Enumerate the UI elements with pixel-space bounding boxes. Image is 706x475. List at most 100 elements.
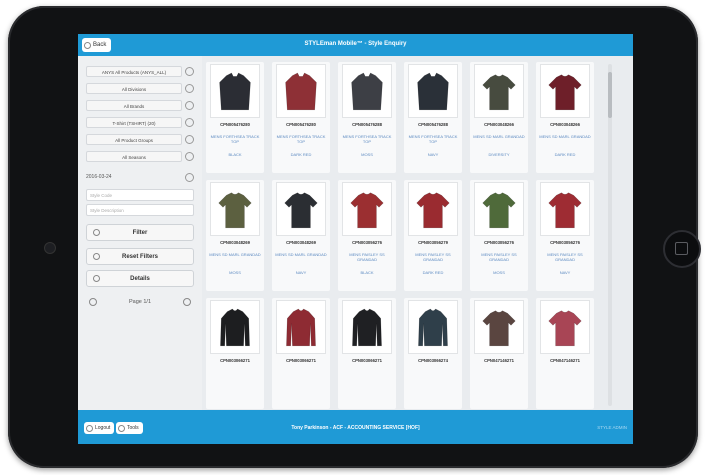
product-color: DARK RED bbox=[554, 152, 576, 157]
division-select[interactable]: All Divisions bbox=[86, 83, 194, 94]
details-icon bbox=[93, 275, 100, 282]
product-card[interactable]: CPN005476288 MENS FORTHSEA TRACK TOP NAVY bbox=[404, 62, 462, 173]
product-group-select[interactable]: All Product Groups bbox=[86, 134, 194, 145]
garment-icon bbox=[418, 308, 448, 347]
garment-icon bbox=[482, 74, 516, 111]
product-image bbox=[408, 64, 458, 118]
product-color: NAVY bbox=[295, 270, 307, 275]
product-description: MENS FORTHSEA TRACK TOP bbox=[408, 134, 458, 144]
product-scope-select[interactable]: ANYS All Products (ANYS_ALL) bbox=[86, 66, 194, 77]
filter-panel: ANYS All Products (ANYS_ALL) All Divisio… bbox=[78, 56, 202, 410]
reset-filters-button[interactable]: Reset Filters bbox=[86, 248, 194, 265]
product-description: MENS FORTHSEA TRACK TOP bbox=[342, 134, 392, 144]
date-field[interactable]: 2016-03-24 bbox=[86, 172, 194, 183]
pager: Page 1/1 bbox=[86, 296, 194, 308]
product-card[interactable]: CPN003048266 MENS SD MARL GRANDAD DARK RED bbox=[536, 62, 594, 173]
product-description: MENS PAISLEY SS GRANDAD bbox=[481, 252, 517, 262]
footer-right-text: STYLE ADMIN bbox=[597, 425, 627, 430]
filter-button[interactable]: Filter bbox=[86, 224, 194, 241]
details-button[interactable]: Details bbox=[86, 270, 194, 287]
product-code: CPN003056276 bbox=[352, 240, 382, 245]
product-image bbox=[540, 64, 590, 118]
product-image bbox=[540, 300, 590, 354]
product-card[interactable]: CPN003048269 MENS SD MARL GRANDAD NAVY bbox=[272, 180, 330, 291]
garment-icon bbox=[284, 192, 318, 229]
product-color: DARK RED bbox=[290, 152, 312, 157]
product-description: MENS SD MARL GRANDAD bbox=[473, 134, 525, 139]
garment-icon bbox=[548, 74, 582, 111]
brand-select[interactable]: All Brands bbox=[86, 100, 194, 111]
product-description: MENS FORTHSEA TRACK TOP bbox=[276, 134, 326, 144]
product-card[interactable]: CPN047146271 bbox=[470, 298, 528, 409]
product-card[interactable]: CPN005476280 MENS FORTHSEA TRACK TOP DARK … bbox=[272, 62, 330, 173]
garment-icon bbox=[285, 72, 317, 111]
garment-icon bbox=[351, 72, 383, 111]
product-card[interactable]: CPN003056279 MENS PAISLEY SS GRANDAD DARK … bbox=[404, 180, 462, 291]
date-value: 2016-03-24 bbox=[86, 174, 112, 180]
product-card[interactable]: CPN005476288 MENS FORTHSEA TRACK TOP MOSS bbox=[338, 62, 396, 173]
product-color: MOSS bbox=[229, 270, 241, 275]
product-code: CPN047146271 bbox=[550, 358, 580, 363]
garment-icon bbox=[350, 192, 384, 229]
prev-page-icon[interactable] bbox=[89, 298, 97, 306]
product-image bbox=[342, 64, 392, 118]
product-code: CPN003066271 bbox=[352, 358, 382, 363]
product-color: BLACK bbox=[360, 270, 374, 275]
product-image bbox=[474, 64, 524, 118]
app-title: STYLEman Mobile™ - Style Enquiry bbox=[304, 41, 407, 47]
reset-icon bbox=[93, 253, 100, 260]
product-card[interactable]: CPN003066274 bbox=[404, 298, 462, 409]
calendar-icon bbox=[185, 173, 194, 182]
product-grid: CPN005476280 MENS FORTHSEA TRACK TOP BLACK… bbox=[206, 62, 602, 410]
product-scope-value: ANYS All Products (ANYS_ALL) bbox=[86, 66, 182, 77]
product-code: CPN005476288 bbox=[418, 122, 448, 127]
product-image bbox=[210, 182, 260, 236]
product-code: CPN003048266 bbox=[484, 122, 514, 127]
product-image bbox=[276, 300, 326, 354]
product-code: CPN003056276 bbox=[550, 240, 580, 245]
product-image bbox=[276, 64, 326, 118]
page-label: Page 1/1 bbox=[128, 299, 152, 305]
product-image bbox=[408, 182, 458, 236]
product-description: MENS SD MARL GRANDAD bbox=[539, 134, 591, 139]
product-card[interactable]: CPN003056276 MENS PAISLEY SS GRANDAD MOSS bbox=[470, 180, 528, 291]
garment-icon bbox=[219, 72, 251, 111]
garment-icon bbox=[417, 72, 449, 111]
scrollbar-thumb[interactable] bbox=[608, 72, 612, 118]
product-card[interactable]: CPN047146271 bbox=[536, 298, 594, 409]
product-image bbox=[342, 300, 392, 354]
product-code: CPN003048266 bbox=[550, 122, 580, 127]
scrollbar[interactable] bbox=[608, 64, 612, 406]
product-description: MENS SD MARL GRANDAD bbox=[209, 252, 261, 257]
garment-icon bbox=[220, 308, 250, 347]
app-screen: Back STYLEman Mobile™ - Style Enquiry AN… bbox=[78, 34, 633, 444]
product-color: DIVERSITY bbox=[488, 152, 510, 157]
product-type-select[interactable]: T-Shirt (TSHIRT) (20) bbox=[86, 117, 194, 128]
product-image bbox=[474, 182, 524, 236]
next-page-icon[interactable] bbox=[183, 298, 191, 306]
season-select[interactable]: All Seasons bbox=[86, 151, 194, 162]
product-type-value: T-Shirt (TSHIRT) (20) bbox=[86, 117, 182, 128]
style-code-input[interactable]: Style Code bbox=[86, 189, 194, 201]
product-card[interactable]: CPN003048269 MENS SD MARL GRANDAD MOSS bbox=[206, 180, 264, 291]
product-description: MENS FORTHSEA TRACK TOP bbox=[210, 134, 260, 144]
product-card[interactable]: CPN003056276 MENS PAISLEY SS GRANDAD BLACK bbox=[338, 180, 396, 291]
user-info: Tony Parkinson - ACF - ACCOUNTING SERVIC… bbox=[291, 425, 420, 431]
product-color: MOSS bbox=[361, 152, 373, 157]
brand-value: All Brands bbox=[86, 100, 182, 111]
product-card[interactable]: CPN003066271 bbox=[272, 298, 330, 409]
product-card[interactable]: CPN003066271 bbox=[338, 298, 396, 409]
product-card[interactable]: CPN005476280 MENS FORTHSEA TRACK TOP BLACK bbox=[206, 62, 264, 173]
product-color: MOSS bbox=[493, 270, 505, 275]
product-image bbox=[540, 182, 590, 236]
product-card[interactable]: CPN003056276 MENS PAISLEY SS GRANDAD NAVY bbox=[536, 180, 594, 291]
product-card[interactable]: CPN003066271 bbox=[206, 298, 264, 409]
product-color: NAVY bbox=[559, 270, 571, 275]
home-button[interactable] bbox=[663, 230, 701, 268]
garment-icon bbox=[416, 192, 450, 229]
product-description: MENS PAISLEY SS GRANDAD bbox=[415, 252, 451, 262]
product-card[interactable]: CPN003048266 MENS SD MARL GRANDAD DIVERSIT… bbox=[470, 62, 528, 173]
product-code: CPN003056276 bbox=[484, 240, 514, 245]
product-description: MENS SD MARL GRANDAD bbox=[275, 252, 327, 257]
style-description-input[interactable]: Style Description bbox=[86, 204, 194, 216]
